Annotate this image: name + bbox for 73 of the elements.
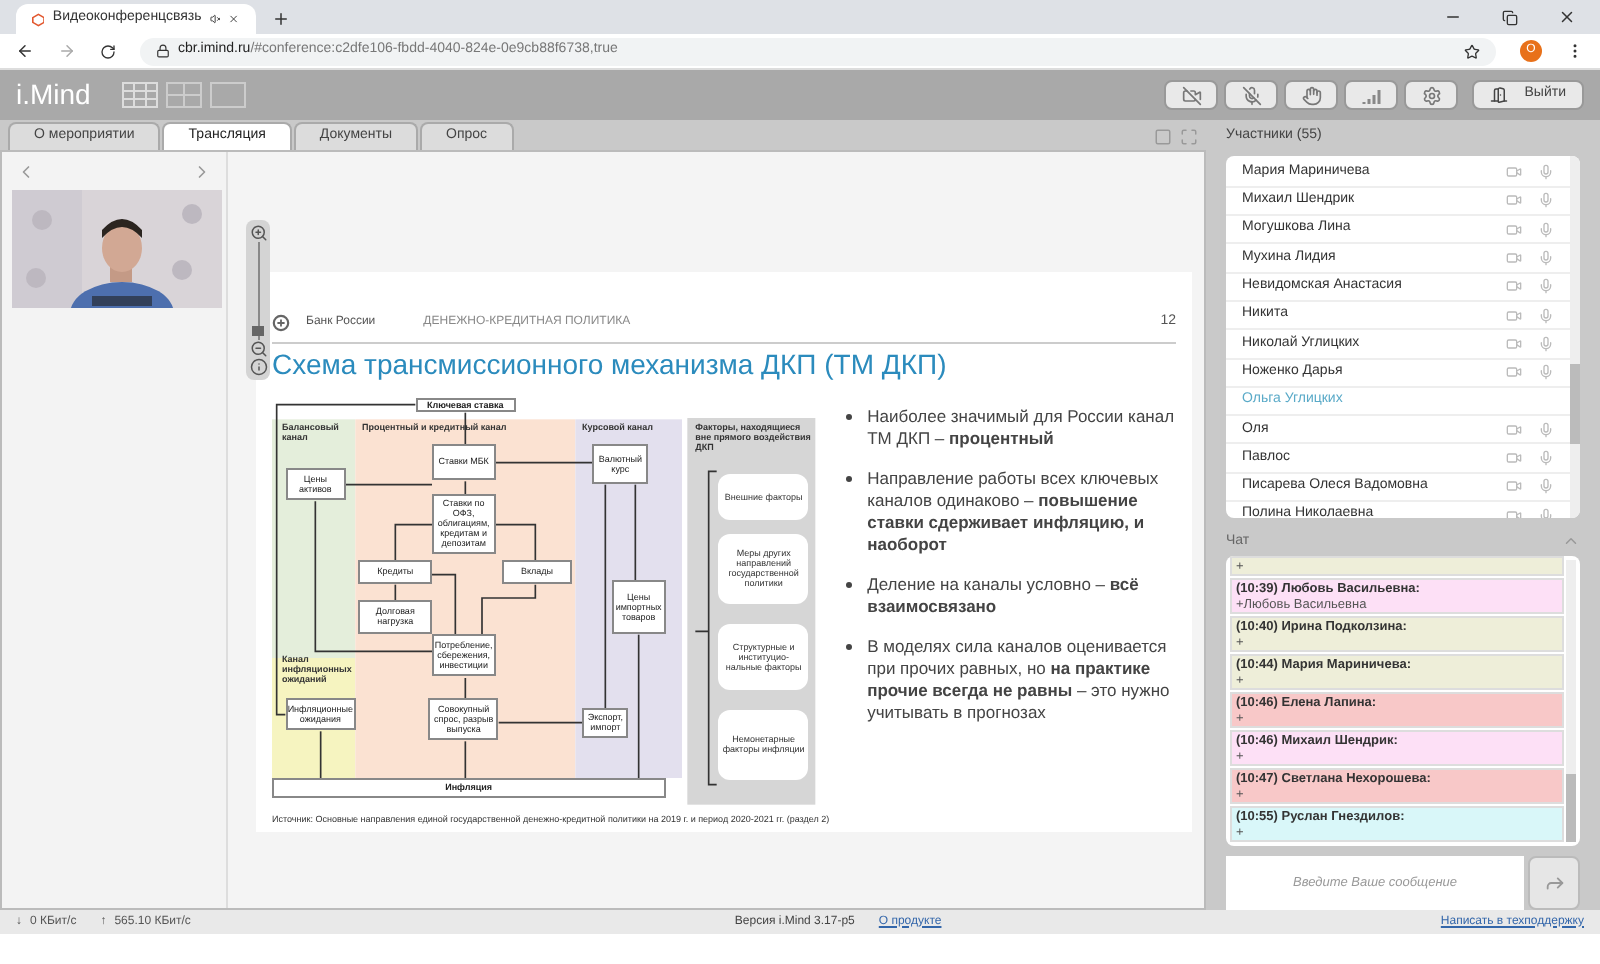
bullet-icon	[845, 643, 852, 649]
microphone-icon	[1538, 335, 1554, 352]
microphone-icon	[1538, 221, 1554, 238]
slide-title: Схема трансмиссионного механизма ДКП (ТМ ДКП)	[272, 347, 949, 381]
mute-icon	[209, 12, 221, 26]
lock-icon	[156, 44, 170, 58]
door-icon	[1490, 86, 1509, 104]
zoom-in-icon[interactable]	[249, 224, 267, 242]
camera-icon	[1506, 192, 1522, 209]
bullet-text: Наиболее значимый для России канал ТМ ДКП – процентный	[867, 405, 1176, 449]
camera-off-button[interactable]	[1164, 80, 1219, 110]
camera-icon	[1506, 478, 1522, 495]
microphone-button[interactable]	[1224, 80, 1279, 110]
info-icon[interactable]	[249, 358, 267, 376]
microphone-icon	[1538, 421, 1554, 438]
connector-line	[464, 410, 467, 445]
raise-hand-button[interactable]	[1284, 80, 1339, 110]
reload-icon[interactable]	[100, 43, 116, 59]
slider-thumb[interactable]	[252, 326, 264, 337]
bullet-text: В моделях сила каналов оценивается при прочих равных, но на практике прочие всегда не равны – это нужно учитывать в прогнозах	[867, 635, 1172, 723]
close-tab-icon[interactable]	[228, 12, 240, 26]
signal-button[interactable]	[1344, 80, 1399, 110]
app-logo: i.Mind	[16, 76, 91, 114]
microphone-icon	[1538, 478, 1554, 495]
camera-icon	[1506, 364, 1522, 381]
camera-icon	[1506, 278, 1522, 295]
new-tab-icon[interactable]	[272, 10, 290, 28]
microphone-icon	[1538, 250, 1554, 267]
camera-icon	[1506, 421, 1522, 438]
microphone-icon	[1538, 192, 1554, 209]
microphone-icon	[1538, 278, 1554, 295]
bank-logo-icon	[272, 313, 290, 332]
connector-line	[497, 720, 583, 723]
microphone-icon	[1538, 450, 1554, 467]
connector-line	[634, 482, 637, 582]
hand-icon	[1301, 85, 1322, 105]
camera-icon	[1506, 221, 1522, 238]
settings-icon	[1421, 85, 1442, 105]
microphone-icon	[1538, 307, 1554, 324]
site-icon	[32, 11, 45, 27]
zoom-out-icon[interactable]	[249, 340, 267, 358]
forward-icon[interactable]	[58, 42, 76, 60]
camera-off-icon	[1181, 85, 1202, 105]
close-window-icon[interactable]	[1558, 8, 1576, 26]
bullet-icon	[845, 475, 852, 481]
connector-line	[481, 582, 537, 635]
bullet-icon	[845, 581, 852, 587]
bullet-icon	[845, 413, 852, 419]
connector-line	[464, 739, 467, 778]
microphone-icon	[1538, 164, 1554, 181]
camera-icon	[1506, 335, 1522, 352]
bullet-text: Направление работы всех ключевых каналов одинаково – повышение ставки сдерживает инфляцию, и наоборот	[867, 467, 1161, 555]
send-icon	[1543, 872, 1565, 895]
connector-line	[494, 522, 537, 562]
connector-line	[494, 460, 593, 463]
camera-icon	[1506, 164, 1522, 181]
settings-button[interactable]	[1404, 80, 1459, 110]
scrollbar[interactable]	[1566, 560, 1576, 843]
bracket-icon	[694, 469, 718, 785]
restore-icon[interactable]	[1502, 9, 1518, 25]
microphone-off-icon	[1241, 85, 1262, 105]
microphone-icon	[1538, 364, 1554, 381]
camera-icon	[1506, 450, 1522, 467]
zoom-slider[interactable]	[252, 242, 264, 340]
bullet-text: Деление на каналы условно – всё взаимосвязано	[867, 573, 1141, 617]
camera-icon	[1506, 307, 1522, 324]
camera-icon	[1506, 250, 1522, 267]
connector-line	[319, 729, 322, 778]
bookmark-icon[interactable]	[1464, 43, 1480, 59]
signal-icon	[1361, 87, 1382, 103]
back-icon[interactable]	[16, 42, 34, 60]
scrollbar[interactable]	[1570, 155, 1580, 518]
connector-line	[464, 676, 467, 698]
